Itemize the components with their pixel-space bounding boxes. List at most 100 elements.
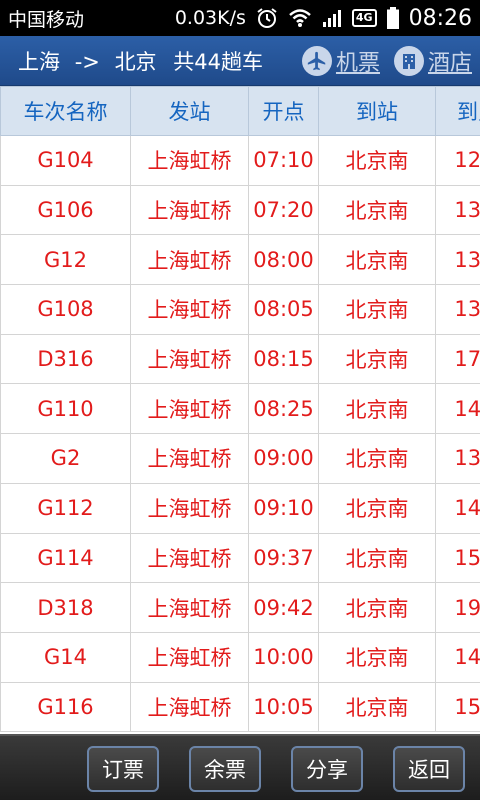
table-row[interactable]: G12上海虹桥08:00北京南13:1 — [0, 234, 480, 286]
table-row[interactable]: G116上海虹桥10:05北京南15:4 — [0, 681, 480, 733]
route-arrow: -> — [74, 49, 100, 74]
train-number-cell: G116 — [0, 681, 131, 733]
column-departure-station: 发站 — [130, 86, 249, 136]
arrival-station-cell: 北京南 — [318, 631, 436, 683]
train-number-cell: D318 — [0, 582, 131, 633]
departure-time-cell: 09:37 — [248, 532, 319, 584]
train-table: 车次名称发站开点到站到点 G104上海虹桥07:10北京南12:4G106上海虹… — [0, 86, 480, 733]
arrival-time-cell: 14:5 — [435, 631, 480, 683]
status-bar: 中国移动 0.03K/s 4G 08:26 — [0, 0, 480, 36]
arrival-station-cell: 北京南 — [318, 135, 436, 186]
arrival-station-cell: 北京南 — [318, 681, 436, 733]
arrival-time-cell: 14:4 — [435, 482, 480, 534]
table-row[interactable]: G14上海虹桥10:00北京南14:5 — [0, 631, 480, 683]
train-number-cell: G14 — [0, 631, 131, 683]
departure-station-cell: 上海虹桥 — [130, 681, 249, 733]
column-arrival-time: 到点 — [435, 86, 480, 136]
destination-city: 北京 — [114, 49, 157, 74]
arrival-time-cell: 15:4 — [435, 681, 480, 733]
clock: 08:26 — [408, 5, 472, 31]
table-row[interactable]: G114上海虹桥09:37北京南15:2 — [0, 532, 480, 584]
alarm-icon — [256, 7, 278, 29]
table-row[interactable]: D316上海虹桥08:15北京南17:5 — [0, 333, 480, 385]
departure-station-cell: 上海虹桥 — [130, 532, 249, 584]
departure-time-cell: 07:20 — [248, 184, 319, 236]
departure-time-cell: 10:00 — [248, 631, 319, 683]
airplane-icon — [301, 45, 332, 76]
departure-station-cell: 上海虹桥 — [130, 333, 249, 385]
arrival-time-cell: 13:4 — [435, 433, 480, 484]
arrival-time-cell: 13:5 — [435, 284, 480, 335]
arrival-station-cell: 北京南 — [318, 284, 436, 335]
arrival-time-cell: 13:0 — [435, 184, 480, 236]
arrival-time-cell: 15:2 — [435, 532, 480, 584]
departure-time-cell: 08:25 — [248, 383, 319, 435]
carrier-name: 中国移动 — [8, 8, 85, 31]
departure-time-cell: 08:05 — [248, 284, 319, 335]
train-number-cell: G112 — [0, 482, 131, 534]
table-row[interactable]: G2上海虹桥09:00北京南13:4 — [0, 433, 480, 484]
arrival-station-cell: 北京南 — [318, 482, 436, 534]
column-departure-time: 开点 — [248, 86, 319, 136]
remaining-tickets-button[interactable]: 余票 — [189, 746, 261, 792]
arrival-station-cell: 北京南 — [318, 333, 436, 385]
title-actions: 机票 酒店 — [301, 45, 480, 77]
train-number-cell: D316 — [0, 333, 131, 385]
table-row[interactable]: G104上海虹桥07:10北京南12:4 — [0, 135, 480, 186]
departure-time-cell: 10:05 — [248, 681, 319, 733]
train-number-cell: G110 — [0, 383, 131, 435]
table-row[interactable]: D318上海虹桥09:42北京南19:0 — [0, 582, 480, 633]
train-table-container[interactable]: 车次名称发站开点到站到点 G104上海虹桥07:10北京南12:4G106上海虹… — [0, 86, 480, 734]
departure-station-cell: 上海虹桥 — [130, 184, 249, 236]
table-row[interactable]: G108上海虹桥08:05北京南13:5 — [0, 284, 480, 335]
title-bar: 上海 -> 北京 共44趟车 机票 酒店 — [0, 36, 480, 86]
table-header-row: 车次名称发站开点到站到点 — [0, 86, 480, 136]
departure-station-cell: 上海虹桥 — [130, 482, 249, 534]
back-button[interactable]: 返回 — [393, 746, 465, 792]
arrival-station-cell: 北京南 — [318, 234, 436, 286]
table-row[interactable]: G112上海虹桥09:10北京南14:4 — [0, 482, 480, 534]
flight-ticket-label: 机票 — [335, 50, 380, 76]
arrival-station-cell: 北京南 — [318, 582, 436, 633]
departure-station-cell: 上海虹桥 — [130, 631, 249, 683]
hotel-label: 酒店 — [427, 50, 472, 76]
departure-station-cell: 上海虹桥 — [130, 284, 249, 335]
train-number-cell: G114 — [0, 532, 131, 584]
departure-time-cell: 08:00 — [248, 234, 319, 286]
flight-ticket-link[interactable]: 机票 — [301, 45, 380, 77]
departure-station-cell: 上海虹桥 — [130, 135, 249, 186]
table-row[interactable]: G106上海虹桥07:20北京南13:0 — [0, 184, 480, 236]
hotel-icon — [393, 45, 424, 76]
departure-time-cell: 09:42 — [248, 582, 319, 633]
train-number-cell: G106 — [0, 184, 131, 236]
arrival-time-cell: 12:4 — [435, 135, 480, 186]
departure-station-cell: 上海虹桥 — [130, 433, 249, 484]
wifi-icon — [288, 8, 312, 28]
table-body: G104上海虹桥07:10北京南12:4G106上海虹桥07:20北京南13:0… — [0, 135, 480, 733]
book-ticket-button[interactable]: 订票 — [87, 746, 159, 792]
battery-icon — [386, 7, 399, 29]
network-type-badge: 4G — [351, 9, 377, 27]
arrival-station-cell: 北京南 — [318, 532, 436, 584]
arrival-time-cell: 19:0 — [435, 582, 480, 633]
train-number-cell: G2 — [0, 433, 131, 484]
train-count: 共44趟车 — [173, 49, 263, 74]
share-button[interactable]: 分享 — [291, 746, 363, 792]
hotel-link[interactable]: 酒店 — [393, 45, 472, 77]
departure-time-cell: 09:00 — [248, 433, 319, 484]
arrival-time-cell: 14:1 — [435, 383, 480, 435]
train-number-cell: G12 — [0, 234, 131, 286]
arrival-time-cell: 17:5 — [435, 333, 480, 385]
table-header: 车次名称发站开点到站到点 — [0, 86, 480, 136]
departure-time-cell: 09:10 — [248, 482, 319, 534]
departure-time-cell: 07:10 — [248, 135, 319, 186]
net-speed: 0.03K/s — [174, 7, 246, 29]
train-number-cell: G104 — [0, 135, 131, 186]
departure-station-cell: 上海虹桥 — [130, 234, 249, 286]
column-train-number: 车次名称 — [0, 86, 131, 136]
departure-station-cell: 上海虹桥 — [130, 383, 249, 435]
arrival-station-cell: 北京南 — [318, 184, 436, 236]
departure-station-cell: 上海虹桥 — [130, 582, 249, 633]
arrival-time-cell: 13:1 — [435, 234, 480, 286]
table-row[interactable]: G110上海虹桥08:25北京南14:1 — [0, 383, 480, 435]
